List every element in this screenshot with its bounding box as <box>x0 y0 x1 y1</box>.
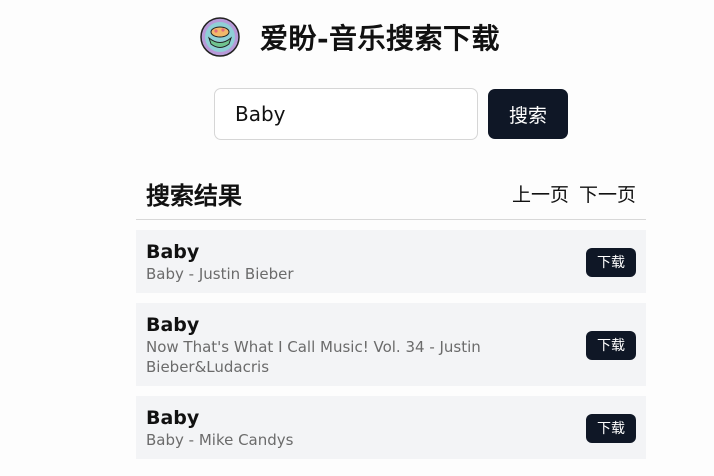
pagination: 上一页 下一页 <box>512 180 636 207</box>
results-title: 搜索结果 <box>146 182 242 210</box>
song-meta: Baby - Justin Bieber <box>146 265 294 283</box>
song-name: Baby <box>146 407 200 429</box>
app-header: 爱盼-音乐搜索下载 <box>0 14 714 60</box>
page-title: 爱盼-音乐搜索下载 <box>259 22 501 55</box>
result-item: Baby Now That's What I Call Music! Vol. … <box>136 303 646 386</box>
search-button[interactable]: 搜索 <box>488 89 568 139</box>
result-item-text: Baby Baby - Justin Bieber <box>146 240 566 284</box>
result-item: Baby Baby - Justin Bieber 下载 <box>136 230 646 293</box>
song-name: Baby <box>146 241 200 263</box>
search-results: 搜索结果 上一页 下一页 Baby Baby - Justin Bieber 下… <box>136 168 646 469</box>
result-item: Baby Baby - Mike Candys 下载 <box>136 396 646 459</box>
song-meta: Baby - Mike Candys <box>146 431 294 449</box>
download-button[interactable]: 下载 <box>586 330 636 360</box>
download-button[interactable]: 下载 <box>586 247 636 277</box>
search-bar: 搜索 <box>214 88 568 140</box>
song-name: Baby <box>146 314 200 336</box>
result-item-text: Baby Baby - Mike Candys <box>146 406 566 450</box>
prev-page-link[interactable]: 上一页 <box>512 180 569 207</box>
results-list: Baby Baby - Justin Bieber 下载 Baby Now Th… <box>136 230 646 459</box>
next-page-link[interactable]: 下一页 <box>579 180 636 207</box>
song-meta: Now That's What I Call Music! Vol. 34 - … <box>146 338 481 376</box>
results-header: 搜索结果 上一页 下一页 <box>136 168 646 220</box>
download-button[interactable]: 下载 <box>586 413 636 443</box>
result-item-text: Baby Now That's What I Call Music! Vol. … <box>146 313 566 377</box>
search-input[interactable] <box>214 88 478 140</box>
music-bowl-logo-icon <box>200 17 240 57</box>
